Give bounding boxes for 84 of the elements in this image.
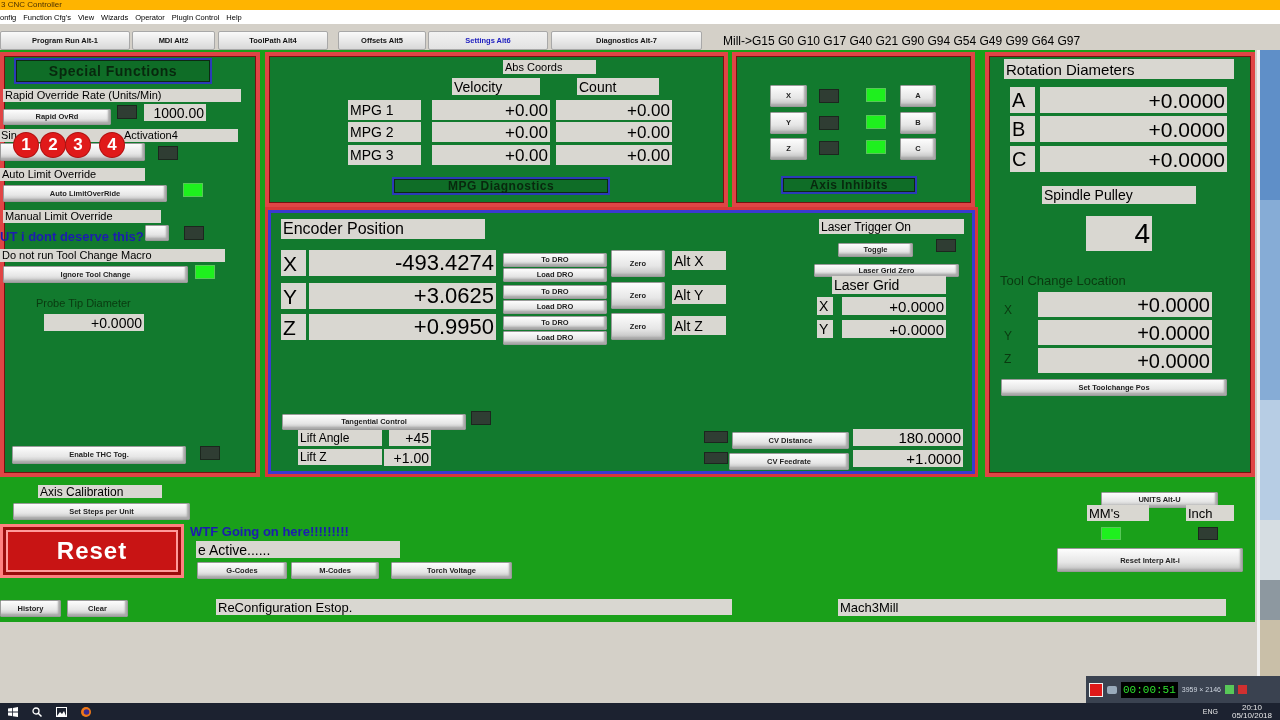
field-label: e Active...... <box>196 541 400 558</box>
value-display: +0.0000 <box>842 297 946 315</box>
section-title: MPG Diagnostics <box>392 177 610 195</box>
value-display: +3.0625 <box>309 283 496 309</box>
field-label: Lift Angle <box>298 430 382 446</box>
value-display: +0.00 <box>556 100 672 120</box>
value-display: -493.4274 <box>309 250 496 276</box>
field-label: Alt X <box>672 251 726 270</box>
number-badge: 3 <box>66 133 90 157</box>
section-title: Special Functions <box>14 58 212 84</box>
value-display: +0.00 <box>432 122 550 142</box>
axis-label: Y <box>817 320 833 338</box>
reset-button[interactable]: Reset <box>0 524 184 578</box>
value-display: +0.0000 <box>1040 116 1227 142</box>
image-icon[interactable] <box>56 706 67 717</box>
value-display: +0.00 <box>432 100 550 120</box>
value-display: +0.0000 <box>1038 348 1212 373</box>
field-label: Probe Tip Diameter <box>36 297 131 311</box>
number-badge: 2 <box>41 133 65 157</box>
field-label: Rotation Diameters <box>1004 59 1234 79</box>
profile-name: Mach3Mill <box>838 599 1226 616</box>
value-display: +0.0000 <box>842 320 946 338</box>
field-label: Alt Z <box>672 316 726 335</box>
browser-icon[interactable] <box>81 706 91 717</box>
status-caption: WTF Going on here!!!!!!!!! <box>190 524 349 540</box>
clock[interactable]: 20:10 05/10/2018 <box>1231 703 1272 720</box>
value-display: +0.9950 <box>309 314 496 340</box>
axis-label: Z <box>1004 352 1012 367</box>
field-label: MPG 3 <box>348 145 421 165</box>
value-display: +0.00 <box>556 145 672 165</box>
button[interactable] <box>145 225 169 241</box>
field-label: Axis Calibration <box>38 485 162 498</box>
value-display: +0.0000 <box>44 314 144 331</box>
value-display: +1.00 <box>384 449 431 466</box>
axis-label: Z <box>281 314 306 340</box>
windows-icon[interactable] <box>8 706 18 717</box>
field-label: Laser Trigger On <box>819 219 964 234</box>
label-text: Activation4 <box>124 129 178 142</box>
field-label: Auto Limit Override <box>0 168 145 181</box>
number-badge: 4 <box>100 133 124 157</box>
modal-line: Mill->G15 G0 G10 G17 G40 G21 G90 G94 G54 G49 G99 G64 G97 <box>723 34 1081 49</box>
field-label: MM's <box>1087 505 1149 521</box>
axis-label: X <box>817 297 833 315</box>
axis-label: A <box>1010 87 1035 113</box>
column-header: Count <box>577 78 659 95</box>
section-title: Axis Inhibits <box>781 176 917 194</box>
value-display: 1000.00 <box>144 104 206 121</box>
stop-icon[interactable] <box>1089 682 1103 697</box>
column-header: Velocity <box>452 78 540 95</box>
field-label: Lift Z <box>298 449 382 465</box>
axis-label: X <box>281 250 306 276</box>
value-display: +0.0000 <box>1038 320 1212 345</box>
field-label: Alt Y <box>672 285 726 304</box>
field-label: Abs Coords <box>503 60 596 74</box>
axis-label: X <box>1004 303 1012 318</box>
axis-label: Y <box>281 283 306 309</box>
label-text: Sin <box>1 129 17 142</box>
field-label: Laser Grid <box>832 276 946 294</box>
value-display: +0.00 <box>432 145 550 165</box>
field-label: Spindle Pulley <box>1042 186 1196 204</box>
value-display: +45 <box>389 430 431 446</box>
field-label: Encoder Position <box>281 219 485 239</box>
field-label: Manual Limit Override <box>3 210 161 223</box>
section-label: Tool Change Location <box>1000 273 1126 289</box>
axis-label: C <box>1010 146 1035 172</box>
value-display: 4 <box>1086 216 1152 251</box>
status-message: ReConfiguration Estop. <box>216 599 732 615</box>
value-display: +0.0000 <box>1038 292 1212 317</box>
value-display: +1.0000 <box>853 450 963 467</box>
search-icon[interactable] <box>32 706 42 717</box>
field-label: Rapid Override Rate (Units/Min) <box>3 89 241 102</box>
window-icon[interactable] <box>1224 685 1234 694</box>
value-display: +0.0000 <box>1040 87 1227 113</box>
value-display: 180.0000 <box>853 429 963 446</box>
window-title: 3 CNC Controller <box>0 0 63 10</box>
value-display: +0.00 <box>556 122 672 142</box>
axis-label: Y <box>1004 329 1012 344</box>
field-label: MPG 2 <box>348 122 421 142</box>
field-label: Inch <box>1186 505 1234 521</box>
timer: 00:00:51 <box>1121 681 1178 698</box>
field-label: Do not run Tool Change Macro <box>0 249 225 262</box>
value-display: +0.0000 <box>1040 146 1227 172</box>
axis-label: B <box>1010 116 1035 142</box>
field-label: MPG 1 <box>348 100 421 120</box>
